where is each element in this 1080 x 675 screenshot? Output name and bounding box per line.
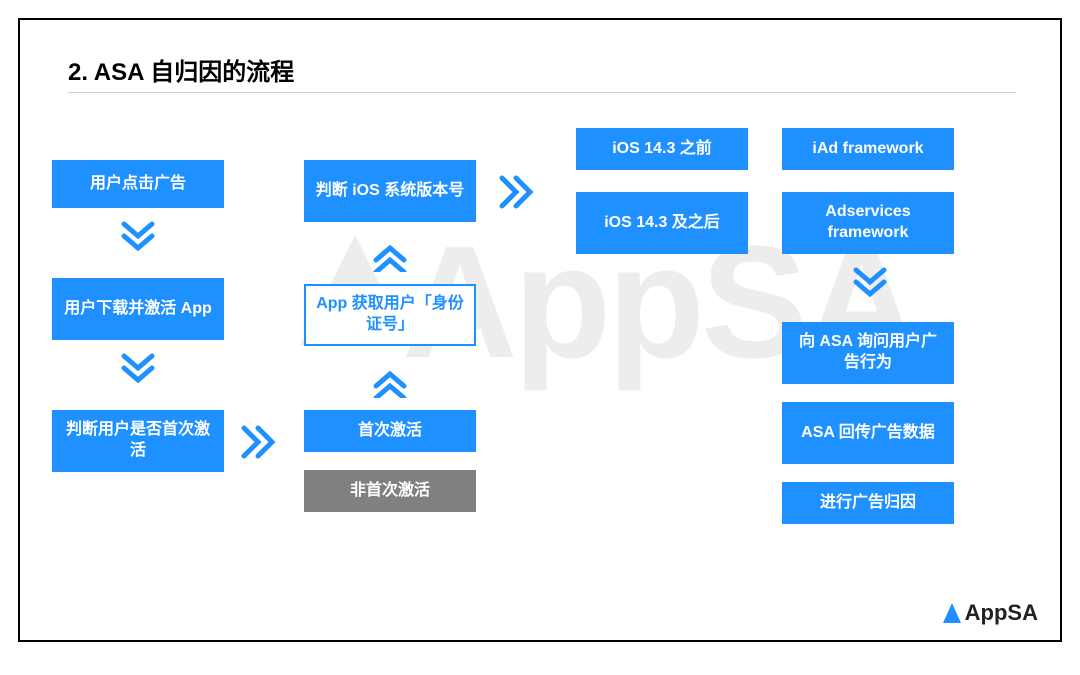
slide-title: 2. ASA 自归因的流程 xyxy=(68,52,294,87)
node-user-download-activate: 用户下载并激活 App xyxy=(52,278,224,340)
node-ios-after-14-3: iOS 14.3 及之后 xyxy=(576,192,748,254)
node-user-click-ad: 用户点击广告 xyxy=(52,160,224,208)
node-check-ios-version: 判断 iOS 系统版本号 xyxy=(304,160,476,222)
logo-icon xyxy=(943,603,961,623)
node-not-first-activate: 非首次激活 xyxy=(304,470,476,512)
arrow-down-icon xyxy=(852,266,888,306)
arrow-right-icon xyxy=(240,424,288,460)
title-underline xyxy=(68,92,1016,93)
node-attribution: 进行广告归因 xyxy=(782,482,954,524)
arrow-right-icon xyxy=(498,174,546,210)
node-ask-asa: 向 ASA 询问用户广告行为 xyxy=(782,322,954,384)
node-ios-before-14-3: iOS 14.3 之前 xyxy=(576,128,748,170)
node-check-first-activate: 判断用户是否首次激活 xyxy=(52,410,224,472)
arrow-down-icon xyxy=(120,352,156,392)
node-first-activate: 首次激活 xyxy=(304,410,476,452)
logo-text: AppSA xyxy=(965,600,1038,626)
node-asa-return: ASA 回传广告数据 xyxy=(782,402,954,464)
slide-frame: 2. ASA 自归因的流程 AppSA 用户点击广告 用户下载并激活 App 判… xyxy=(18,18,1062,642)
node-iad-framework: iAd framework xyxy=(782,128,954,170)
node-adservices-framework: Adservices framework xyxy=(782,192,954,254)
node-app-get-id: App 获取用户「身份证号」 xyxy=(304,284,476,346)
arrow-up-icon xyxy=(372,358,408,398)
arrow-up-icon xyxy=(372,232,408,272)
arrow-down-icon xyxy=(120,220,156,260)
logo: AppSA xyxy=(943,600,1038,626)
